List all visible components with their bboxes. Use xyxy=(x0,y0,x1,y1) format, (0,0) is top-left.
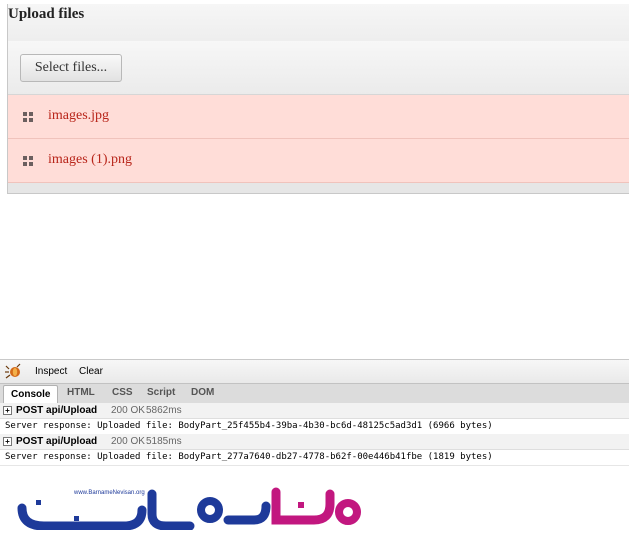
request-status: 200 OK xyxy=(111,405,145,416)
upload-toolbar: Select files... xyxy=(8,41,629,95)
request-time: 5862ms xyxy=(146,405,182,416)
request-status: 200 OK xyxy=(111,436,145,447)
file-row[interactable]: images.jpg xyxy=(8,95,629,139)
watermark-logo: www.BarnameNevisan.org xyxy=(17,487,361,530)
page-root: Select files... images.jpg images (1).pn… xyxy=(0,0,629,533)
request-method-url: POST api/Upload xyxy=(16,436,98,447)
tab-html[interactable]: HTML xyxy=(67,387,95,398)
server-response: Server response: Uploaded file: BodyPart… xyxy=(0,450,629,466)
request-time: 5185ms xyxy=(146,436,182,447)
expand-icon[interactable]: + xyxy=(3,406,12,415)
clear-button[interactable]: Clear xyxy=(79,366,103,377)
server-response: Server response: Uploaded file: BodyPart… xyxy=(0,419,629,435)
file-name: images (1).png xyxy=(48,152,132,167)
expand-icon[interactable]: + xyxy=(3,437,12,446)
tab-console[interactable]: Console xyxy=(3,385,59,403)
request-row[interactable]: + POST api/Upload 200 OK 5862ms xyxy=(0,403,629,419)
firebug-icon[interactable] xyxy=(5,363,23,379)
upload-footer xyxy=(8,183,629,193)
inspect-button[interactable]: Inspect xyxy=(35,366,67,377)
tab-script[interactable]: Script xyxy=(147,387,175,398)
drag-handle-icon[interactable] xyxy=(23,112,33,122)
upload-panel: Select files... images.jpg images (1).pn… xyxy=(7,4,629,194)
firebug-toolbar: Inspect Clear xyxy=(0,360,629,383)
file-row[interactable]: images (1).png xyxy=(8,139,629,183)
request-method-url: POST api/Upload xyxy=(16,405,98,416)
drag-handle-icon[interactable] xyxy=(23,156,33,166)
upload-title: Upload files xyxy=(8,6,85,22)
select-files-button[interactable]: Select files... xyxy=(20,54,122,82)
tab-css[interactable]: CSS xyxy=(112,387,133,398)
watermark-site-text: www.BarnameNevisan.org xyxy=(73,490,145,496)
request-row[interactable]: + POST api/Upload 200 OK 5185ms xyxy=(0,434,629,450)
firebug-panel: Inspect Clear Console HTML CSS Script DO… xyxy=(0,359,629,466)
firebug-tabs: Console HTML CSS Script DOM xyxy=(0,383,629,404)
file-name: images.jpg xyxy=(48,108,110,123)
tab-dom[interactable]: DOM xyxy=(191,387,214,398)
upload-header xyxy=(8,4,629,42)
